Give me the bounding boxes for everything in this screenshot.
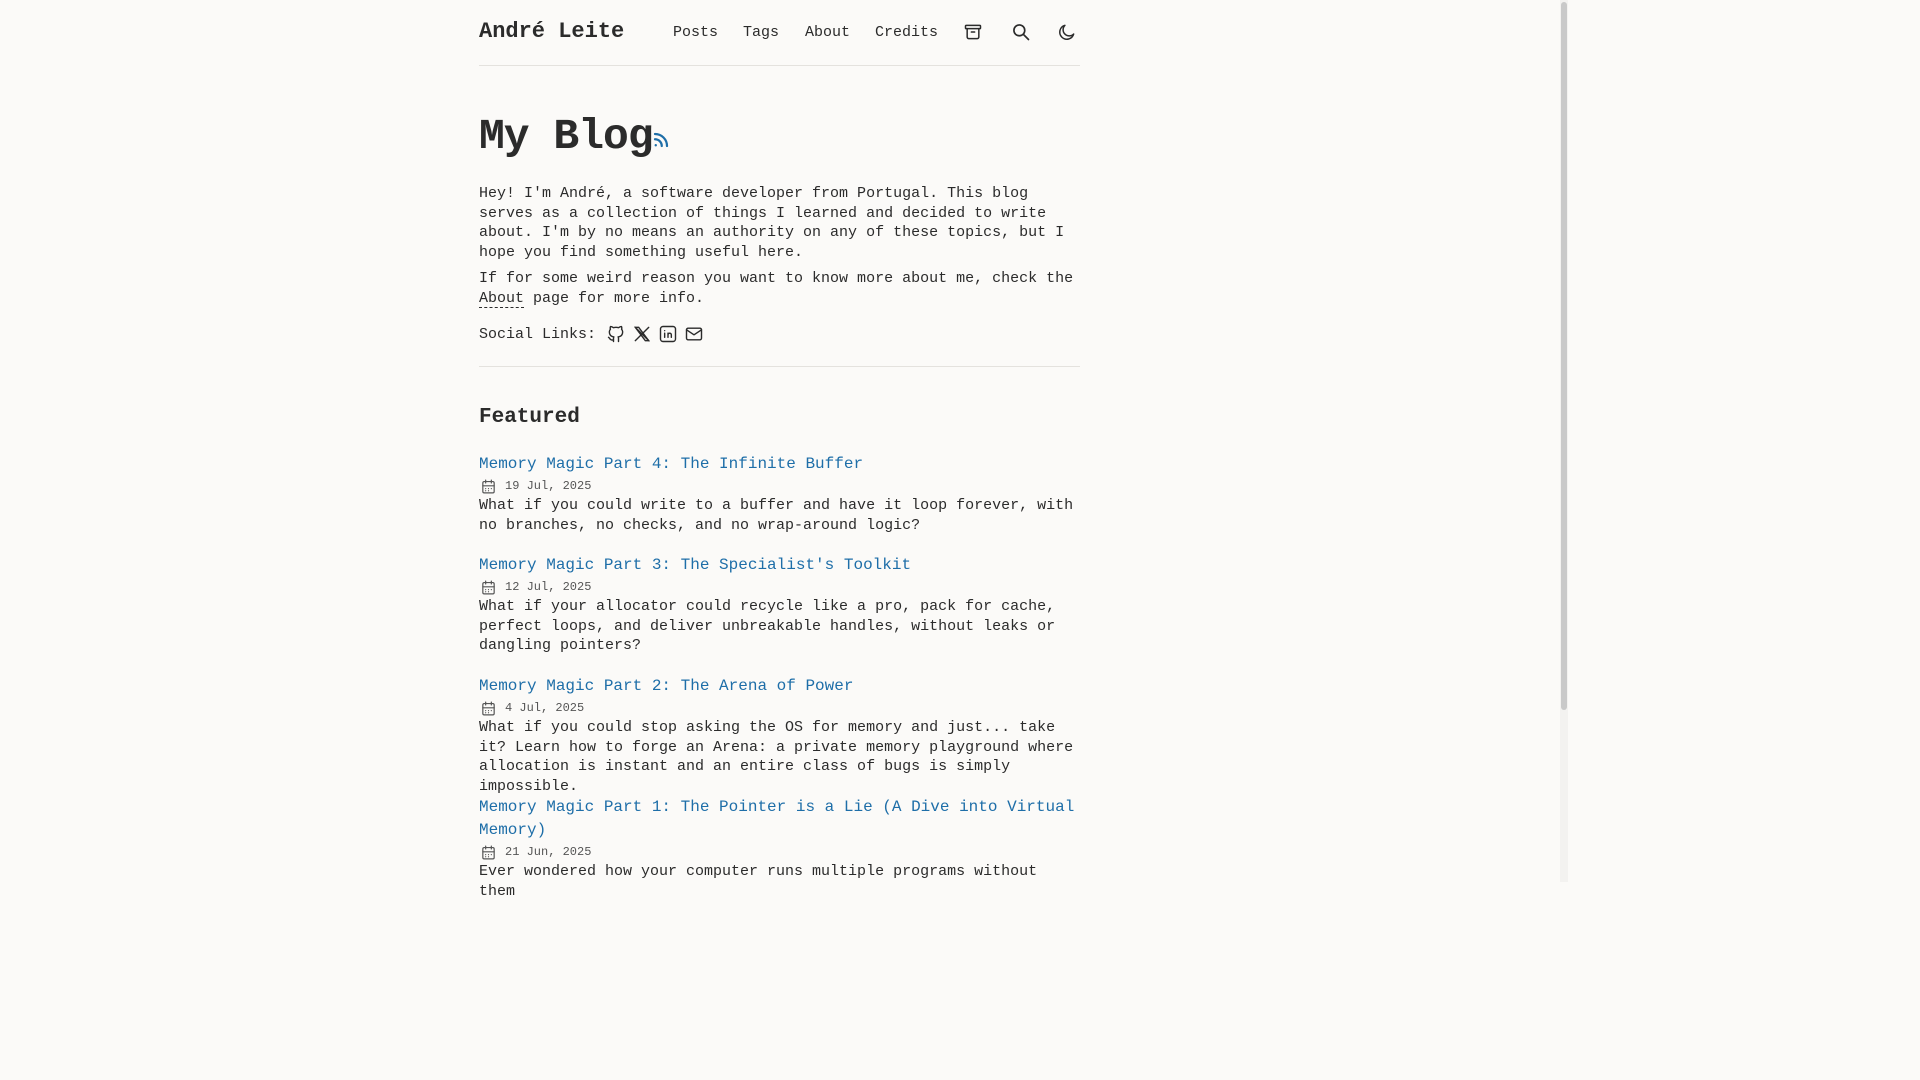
calendar-icon — [482, 479, 495, 493]
post-title-link[interactable]: Memory Magic Part 2: The Arena of Power — [479, 675, 1080, 698]
post-date-text: 4 Jul, 2025 — [505, 701, 585, 715]
social-label: Social Links: — [479, 325, 597, 343]
post-date: 12 Jul, 2025 — [479, 577, 1080, 597]
nav-credits[interactable]: Credits — [875, 24, 938, 41]
site-title-link[interactable]: André Leite — [479, 19, 624, 44]
featured-heading: Featured — [479, 406, 580, 429]
post-description: Ever wondered how your computer runs mul… — [479, 863, 1038, 900]
social-icons — [606, 324, 704, 344]
post-date: 21 Jun, 2025 — [479, 842, 1080, 862]
calendar-icon — [482, 845, 495, 859]
post-date: 4 Jul, 2025 — [479, 698, 1080, 718]
calendar-icon — [482, 701, 495, 715]
social-links: Social Links: — [479, 324, 704, 344]
archive-icon[interactable] — [963, 22, 983, 42]
nav-about[interactable]: About — [805, 24, 850, 41]
linkedin-icon[interactable] — [658, 324, 678, 344]
post-date-text: 21 Jun, 2025 — [505, 845, 592, 859]
post-title-link[interactable]: Memory Magic Part 1: The Pointer is a Li… — [479, 796, 1080, 842]
post-description: What if you could stop asking the OS for… — [479, 719, 1074, 795]
mail-icon[interactable] — [684, 324, 704, 344]
intro-paragraph-1: Hey! I'm André, a software developer fro… — [479, 185, 1065, 261]
section-divider — [479, 366, 1080, 367]
post-description: What if your allocator could recycle lik… — [479, 598, 1056, 655]
post-title-link[interactable]: Memory Magic Part 4: The Infinite Buffer — [479, 453, 1080, 476]
post-date: 19 Jul, 2025 — [479, 476, 1080, 496]
page-title: My Blog — [479, 112, 654, 161]
calendar-icon — [482, 580, 495, 594]
post-description: What if you could write to a buffer and … — [479, 497, 1074, 534]
moon-icon[interactable] — [1057, 22, 1077, 42]
page-scrollbar[interactable] — [1560, 0, 1568, 882]
list-item: Memory Magic Part 4: The Infinite Buffer… — [479, 453, 1080, 535]
x-icon[interactable] — [632, 324, 652, 344]
post-date-text: 12 Jul, 2025 — [505, 580, 592, 594]
list-item: Memory Magic Part 3: The Specialist's To… — [479, 554, 1080, 656]
post-date-text: 19 Jul, 2025 — [505, 479, 592, 493]
list-item: Memory Magic Part 1: The Pointer is a Li… — [479, 796, 1080, 901]
nav-tags[interactable]: Tags — [743, 24, 779, 41]
scrollbar-thumb[interactable] — [1561, 2, 1567, 710]
post-title-link[interactable]: Memory Magic Part 3: The Specialist's To… — [479, 554, 1080, 577]
list-item: Memory Magic Part 2: The Arena of Power … — [479, 675, 1080, 796]
intro-p2-after: page for more info. — [524, 289, 705, 307]
site-header: André Leite Posts Tags About Credits — [479, 0, 1080, 66]
page-container: André Leite Posts Tags About Credits My … — [479, 0, 1080, 900]
intro-paragraph-2: If for some weird reason you want to kno… — [479, 269, 1080, 308]
about-link[interactable]: About — [479, 289, 525, 308]
intro-p2-before: If for some weird reason you want to kno… — [479, 270, 1074, 287]
search-icon[interactable] — [1011, 22, 1031, 42]
rss-icon[interactable] — [652, 131, 670, 149]
nav-posts[interactable]: Posts — [673, 24, 718, 41]
github-icon[interactable] — [606, 324, 626, 344]
